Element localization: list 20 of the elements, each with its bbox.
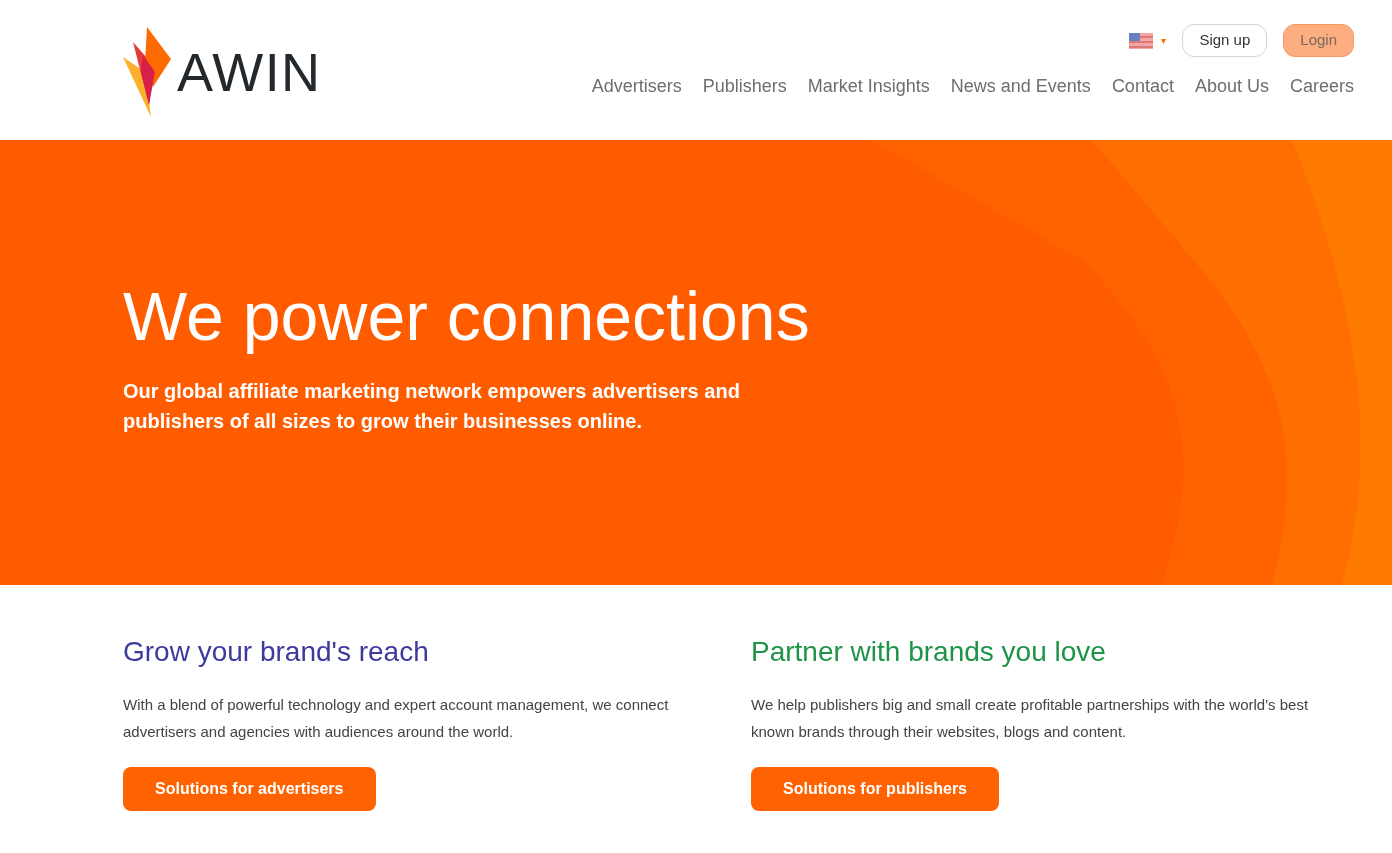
solutions-button[interactable]: Solutions for advertisers	[123, 767, 376, 811]
flame-logo-icon	[123, 27, 173, 117]
section-text: With a blend of powerful technology and expert account management, we connect advertisers and agencies with audiences around the world.	[123, 695, 670, 742]
nav-link[interactable]: Careers	[1289, 73, 1354, 100]
login-button[interactable]: Login	[1283, 24, 1354, 57]
section-text: We help publishers big and small create profitable partnerships with the world's best known brands through their websites, blogs and content.	[751, 695, 1310, 742]
language-caret[interactable]: ▾	[1161, 33, 1167, 48]
nav-link[interactable]: Market Insights	[807, 73, 930, 100]
hero-subtitle: Our global affiliate marketing network empowers advertisers and publishers of all sizes to grow their businesses online.	[123, 379, 741, 434]
sign-up-button[interactable]: Sign up	[1182, 24, 1268, 57]
nav-link[interactable]: Advertisers	[591, 73, 682, 100]
section-heading: Grow your brand's reach	[123, 635, 430, 669]
nav-link[interactable]: Publishers	[702, 73, 787, 100]
nav-link[interactable]: Contact	[1111, 73, 1174, 100]
solutions-button[interactable]: Solutions for publishers	[751, 767, 999, 811]
logo-wordmark[interactable]: AWIN	[177, 45, 322, 99]
nav-link[interactable]: About Us	[1194, 73, 1269, 100]
nav-link[interactable]: News and Events	[950, 73, 1091, 100]
section-heading: Partner with brands you love	[751, 635, 1107, 669]
flag-icon[interactable]	[1129, 32, 1154, 49]
